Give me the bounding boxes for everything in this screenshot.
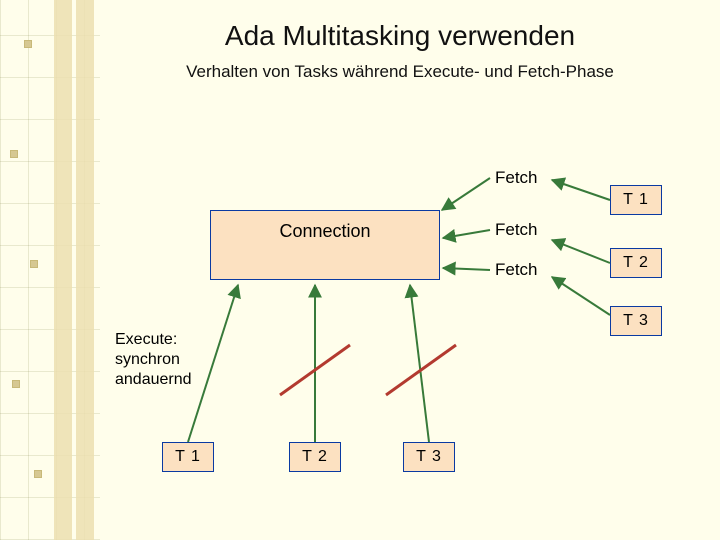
arrow-exec-t3 xyxy=(410,285,429,442)
exec-line1: Execute: xyxy=(115,331,177,348)
arrow-fetch3-to-conn xyxy=(443,268,490,270)
task-bottom-t2: T 2 xyxy=(289,442,341,472)
left-pattern xyxy=(0,0,100,540)
fetch-label-1: Fetch xyxy=(495,168,538,188)
task-bottom-t3: T 3 xyxy=(403,442,455,472)
execute-caption: Execute: synchron andauernd xyxy=(115,330,192,390)
task-label: T 2 xyxy=(302,448,328,466)
task-right-t1: T 1 xyxy=(610,185,662,215)
fetch-label-2: Fetch xyxy=(495,220,538,240)
connection-label: Connection xyxy=(279,221,370,242)
arrow-fetch1-to-conn xyxy=(442,178,490,210)
slide-root: Ada Multitasking verwenden Verhalten von… xyxy=(0,0,720,540)
task-bottom-t1: T 1 xyxy=(162,442,214,472)
blocked-slash-t3 xyxy=(386,345,456,395)
exec-line2: synchron xyxy=(115,351,180,368)
arrow-t3-to-fetch xyxy=(552,277,610,315)
task-label: T 1 xyxy=(623,191,649,209)
arrow-t2-to-fetch xyxy=(552,240,610,263)
task-label: T 2 xyxy=(623,254,649,272)
task-right-t2: T 2 xyxy=(610,248,662,278)
slide-subtitle: Verhalten von Tasks während Execute- und… xyxy=(120,62,680,82)
fetch-label-3: Fetch xyxy=(495,260,538,280)
exec-line3: andauernd xyxy=(115,371,192,388)
task-right-t3: T 3 xyxy=(610,306,662,336)
task-label: T 3 xyxy=(623,312,649,330)
slide-title: Ada Multitasking verwenden xyxy=(120,20,680,52)
arrow-t1-to-fetch xyxy=(552,180,610,200)
arrow-exec-t1 xyxy=(188,285,238,442)
connection-box: Connection xyxy=(210,210,440,280)
arrow-fetch2-to-conn xyxy=(443,230,490,238)
task-label: T 3 xyxy=(416,448,442,466)
blocked-slash-t2 xyxy=(280,345,350,395)
task-label: T 1 xyxy=(175,448,201,466)
